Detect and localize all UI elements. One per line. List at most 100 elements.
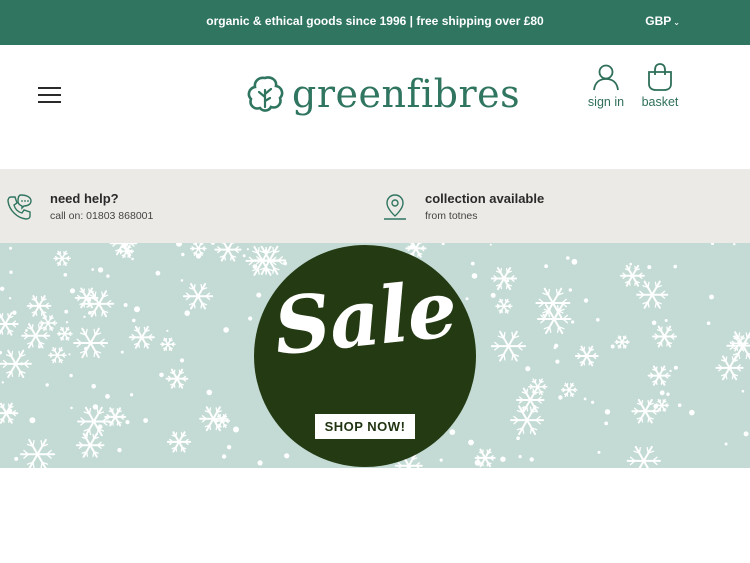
snow-dot: [689, 409, 695, 416]
snow-dot: [571, 320, 575, 324]
promo-text: organic & ethical goods since 1996 | fre…: [206, 14, 544, 28]
snow-dot: [741, 389, 745, 393]
snow-dot: [733, 243, 736, 246]
phone-chat-icon: [7, 194, 32, 220]
basket-label: basket: [641, 95, 679, 109]
sale-banner[interactable]: Sale SHOP NOW!: [0, 243, 750, 468]
shop-now-button[interactable]: SHOP NOW!: [315, 414, 415, 439]
snow-dot: [84, 346, 88, 351]
announcement-bar: organic & ethical goods since 1996 | fre…: [0, 0, 750, 45]
snow-dot: [568, 288, 572, 292]
snow-dot: [88, 311, 92, 315]
snow-dot: [583, 298, 589, 303]
snow-dot: [195, 253, 202, 259]
snow-dot: [441, 243, 445, 246]
snow-dot: [0, 350, 2, 355]
snow-dot: [12, 310, 17, 315]
snow-dot: [131, 257, 134, 261]
snowflake-icon: [614, 335, 630, 349]
snow-dot: [743, 431, 749, 437]
snowflake-icon: [490, 267, 518, 291]
snow-dot: [659, 390, 665, 396]
snowflake-icon: [0, 312, 19, 336]
snowflake-icon: [490, 330, 527, 362]
snow-dot: [0, 286, 5, 291]
snow-dot: [120, 350, 124, 354]
snow-dot: [583, 397, 587, 401]
snow-dot: [123, 303, 128, 307]
snow-dot: [134, 306, 140, 313]
snow-dot: [38, 345, 41, 349]
info-bar: need help? call on: 01803 868001 collect…: [0, 169, 750, 243]
sign-in-link[interactable]: sign in: [578, 63, 634, 109]
snow-dot: [257, 460, 263, 466]
snow-dot: [283, 261, 288, 266]
snow-dot: [666, 392, 670, 396]
collection-title: collection available: [425, 191, 545, 206]
snow-dot: [468, 439, 474, 446]
snowflake-icon: [26, 295, 52, 317]
snow-dot: [180, 279, 184, 282]
help-text: need help? call on: 01803 868001: [50, 191, 153, 222]
snowflake-icon: [165, 368, 189, 389]
snow-dot: [242, 254, 246, 258]
snow-dot: [518, 455, 522, 459]
snowflake-icon: [53, 250, 71, 267]
snow-dot: [106, 274, 110, 278]
shopping-bag-icon: [648, 63, 672, 91]
snow-dot: [91, 384, 96, 389]
snow-dot: [506, 279, 510, 283]
currency-label: GBP: [645, 14, 672, 28]
site-logo[interactable]: greenfibres: [244, 69, 520, 119]
snow-dot: [166, 329, 169, 332]
snow-dot: [706, 321, 711, 325]
snowflake-icon: [495, 298, 513, 314]
snow-dot: [449, 429, 456, 435]
snow-dot: [529, 457, 534, 462]
snow-dot: [64, 309, 69, 314]
snow-dot: [211, 243, 215, 245]
snow-dot: [8, 297, 12, 300]
snow-dot: [544, 264, 548, 269]
snow-dot: [597, 450, 601, 454]
snow-dot: [555, 359, 560, 364]
snow-dot: [525, 366, 531, 372]
help-contact[interactable]: need help? call on: 01803 868001: [6, 191, 153, 222]
snow-dot: [87, 298, 92, 302]
map-pin-icon: [384, 194, 406, 220]
snow-dot: [409, 244, 415, 250]
snow-dot: [489, 243, 492, 246]
currency-selector[interactable]: GBP ⌄: [645, 0, 680, 44]
snow-dot: [14, 456, 19, 461]
snow-dot: [132, 318, 136, 323]
snowflake-icon: [0, 349, 32, 378]
snow-dot: [45, 383, 49, 387]
snowflake-icon: [75, 432, 105, 458]
snow-dot: [246, 248, 249, 251]
hamburger-menu-icon[interactable]: [38, 86, 61, 104]
snow-dot: [65, 321, 69, 324]
logo-wordmark: greenfibres: [292, 72, 521, 116]
snowflake-icon: [560, 382, 578, 398]
snow-dot: [6, 408, 13, 414]
snow-dot: [83, 315, 86, 318]
snow-dot: [248, 316, 253, 321]
snowflake-icon: [77, 406, 111, 437]
snow-dot: [181, 252, 185, 257]
snow-dot: [669, 369, 672, 373]
snow-dot: [91, 268, 95, 271]
snowflake-icon: [189, 243, 207, 256]
snow-dot: [647, 265, 652, 270]
snow-dot: [97, 267, 104, 273]
snow-dot: [490, 292, 496, 298]
snow-dot: [1, 381, 4, 384]
snowflake-icon: [214, 243, 242, 262]
snowflake-icon: [620, 264, 645, 287]
snowflake-icon: [631, 398, 660, 424]
snow-dot: [571, 258, 578, 265]
snowflake-icon: [726, 331, 750, 361]
snow-dot: [233, 426, 239, 433]
snowflake-icon: [652, 325, 677, 348]
snow-dot: [25, 329, 28, 332]
basket-link[interactable]: basket: [632, 63, 688, 109]
